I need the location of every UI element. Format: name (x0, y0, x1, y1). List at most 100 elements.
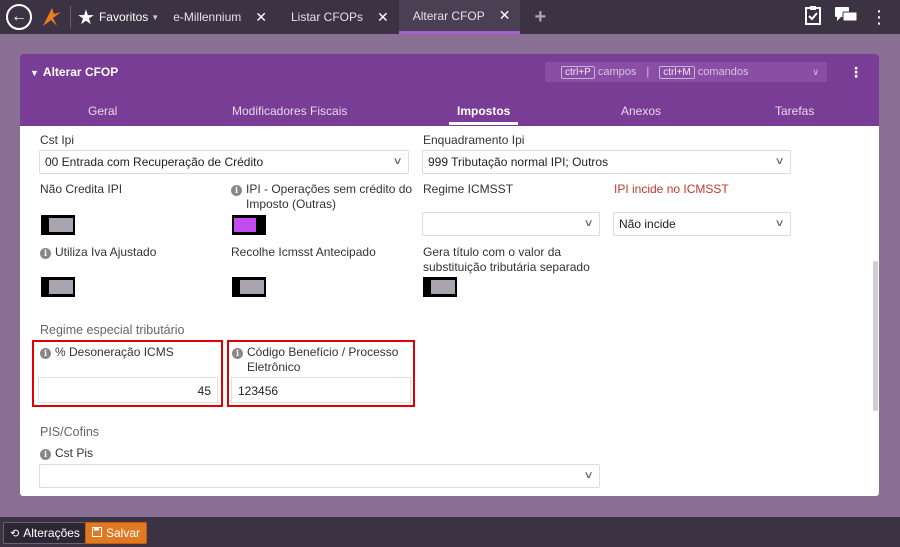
command-search[interactable]: ctrl+P campos | ctrl+M comandos ∨ (545, 62, 827, 82)
label-text: % Desoneração ICMS (55, 345, 174, 359)
add-tab-icon[interactable]: + (534, 6, 546, 29)
label-line: Código Benefício / Processo (247, 345, 399, 359)
cst-ipi-label: Cst Ipi (40, 133, 75, 147)
favorites-menu[interactable]: ★ Favoritos ▼ (77, 5, 159, 30)
alteracoes-button[interactable]: ⟲ Alterações (3, 522, 87, 544)
info-icon[interactable]: i (40, 248, 51, 259)
toggle-track (431, 280, 455, 294)
shortcut-key: ctrl+P (561, 65, 595, 79)
desoneracao-input[interactable]: 45 (38, 377, 218, 403)
nao-credita-ipi-toggle[interactable] (41, 215, 75, 235)
info-icon[interactable]: i (40, 449, 51, 460)
ipi-incide-label: IPI incide no ICMSST (614, 182, 729, 196)
chevron-down-icon: ∨ (583, 218, 594, 229)
scrollbar[interactable] (873, 261, 878, 411)
tab-geral[interactable]: Geral (88, 104, 117, 118)
codigo-beneficio-value: 123456 (238, 384, 279, 398)
topbar-actions: ⋮ (804, 5, 888, 30)
tab-alterar-cfop[interactable]: Alterar CFOP ✕ (398, 0, 521, 34)
ipi-incide-select[interactable]: Não incide ∨ (613, 212, 791, 236)
utiliza-iva-toggle[interactable] (41, 277, 75, 297)
panel-title[interactable]: ▼ Alterar CFOP (30, 65, 118, 79)
app-logo-icon[interactable] (40, 5, 64, 29)
utiliza-iva-label: i Utiliza Iva Ajustado (40, 245, 156, 260)
label-text: Cst Pis (55, 446, 94, 460)
chevron-down-icon: ∨ (774, 156, 785, 167)
chevron-down-icon: ∨ (774, 218, 785, 229)
codigo-beneficio-input[interactable]: 123456 (231, 377, 411, 403)
tab-label: Alterar CFOP (412, 8, 485, 23)
label-line: Imposto (Outras) (246, 197, 337, 211)
tab-e-millennium[interactable]: e-Millennium ✕ (159, 0, 277, 34)
info-icon[interactable]: i (231, 185, 242, 196)
nao-credita-ipi-label: Não Credita IPI (40, 182, 123, 196)
chevron-down-icon: ▼ (151, 12, 160, 22)
back-icon[interactable]: ← (6, 4, 32, 30)
ipi-incide-value: Não incide (619, 217, 676, 231)
regime-especial-section-title: Regime especial tributário (40, 323, 185, 337)
button-label: Salvar (106, 526, 141, 540)
form-tabs: Geral Modificadores Fiscais Impostos Ane… (20, 98, 879, 126)
desoneracao-value: 45 (197, 384, 211, 398)
info-icon[interactable]: i (40, 348, 51, 359)
gera-titulo-label: Gera título com o valor da substituição … (423, 245, 590, 275)
divider: | (646, 66, 650, 78)
panel-title-text: Alterar CFOP (42, 65, 119, 79)
button-label: Alterações (23, 526, 80, 540)
chevron-down-icon: ∨ (583, 470, 594, 481)
label-line: Gera título com o valor da (423, 245, 562, 259)
shortcut-label: comandos (697, 66, 749, 78)
tab-label: Listar CFOPs (290, 10, 363, 24)
recolhe-icmsst-toggle[interactable] (232, 277, 266, 297)
save-button[interactable]: Salvar (85, 522, 148, 544)
ipi-operacoes-label: i IPI - Operações sem crédito do Imposto … (231, 182, 412, 212)
label-text: Utiliza Iva Ajustado (55, 245, 157, 259)
tab-impostos[interactable]: Impostos (448, 104, 519, 125)
gera-titulo-toggle[interactable] (423, 277, 457, 297)
pis-cofins-section-title: PIS/Cofins (40, 425, 100, 439)
codigo-beneficio-label: i Código Benefício / Processo Eletrônico (232, 345, 398, 375)
enquadramento-ipi-select[interactable]: 999 Tributação normal IPI; Outros ∨ (422, 150, 791, 174)
desoneracao-label: i % Desoneração ICMS (40, 345, 174, 360)
chevron-down-icon: ∨ (392, 156, 403, 167)
ipi-operacoes-toggle[interactable] (232, 215, 266, 235)
cst-ipi-value: 00 Entrada com Recuperação de Crédito (45, 155, 264, 169)
toggle-track (49, 280, 73, 294)
star-icon: ★ (77, 6, 95, 29)
clipboard-check-icon[interactable] (804, 5, 822, 30)
info-icon[interactable]: i (232, 348, 243, 359)
impostos-content: Cst Ipi 00 Entrada com Recuperação de Cr… (20, 126, 879, 496)
tab-listar-cfops[interactable]: Listar CFOPs ✕ (277, 0, 399, 34)
floppy-disk-icon (92, 526, 102, 540)
label-line: IPI - Operações sem crédito do (246, 182, 413, 196)
bottom-action-bar: ⟲ Alterações Salvar (0, 517, 900, 547)
chat-icon[interactable] (834, 6, 858, 29)
history-icon: ⟲ (10, 527, 20, 540)
more-vertical-icon[interactable]: ⋮ (870, 7, 888, 28)
panel-menu-icon[interactable]: ⋮ (849, 64, 863, 81)
chevron-down-icon: ∨ (812, 66, 819, 77)
regime-icmsst-select[interactable]: ∨ (422, 212, 600, 236)
toggle-track (234, 218, 256, 232)
regime-icmsst-label: Regime ICMSST (423, 182, 514, 196)
cst-ipi-select[interactable]: 00 Entrada com Recuperação de Crédito ∨ (39, 150, 409, 174)
tab-label: e-Millennium (173, 10, 242, 24)
shortcut-key: ctrl+M (659, 65, 695, 79)
tab-tarefas[interactable]: Tarefas (775, 104, 814, 118)
toggle-track (240, 280, 264, 294)
shortcut-label: campos (597, 66, 637, 78)
close-icon[interactable]: ✕ (499, 7, 511, 24)
cst-pis-select[interactable]: ∨ (39, 464, 600, 488)
collapse-triangle-icon: ▼ (30, 68, 39, 78)
enquadramento-ipi-value: 999 Tributação normal IPI; Outros (428, 155, 609, 169)
tab-anexos[interactable]: Anexos (621, 104, 661, 118)
alterar-cfop-panel: ▼ Alterar CFOP ctrl+P campos | ctrl+M com… (20, 54, 879, 496)
recolhe-icmsst-label: Recolhe Icmsst Antecipado (231, 245, 376, 259)
panel-header: ▼ Alterar CFOP ctrl+P campos | ctrl+M com… (20, 54, 879, 126)
cst-pis-label: i Cst Pis (40, 446, 93, 461)
tab-modificadores-fiscais[interactable]: Modificadores Fiscais (232, 104, 347, 118)
enquadramento-ipi-label: Enquadramento Ipi (423, 133, 525, 147)
close-icon[interactable]: ✕ (255, 9, 267, 26)
app-topbar: ← ★ Favoritos ▼ e-Millennium ✕ Listar CF… (0, 0, 900, 34)
close-icon[interactable]: ✕ (377, 9, 389, 26)
